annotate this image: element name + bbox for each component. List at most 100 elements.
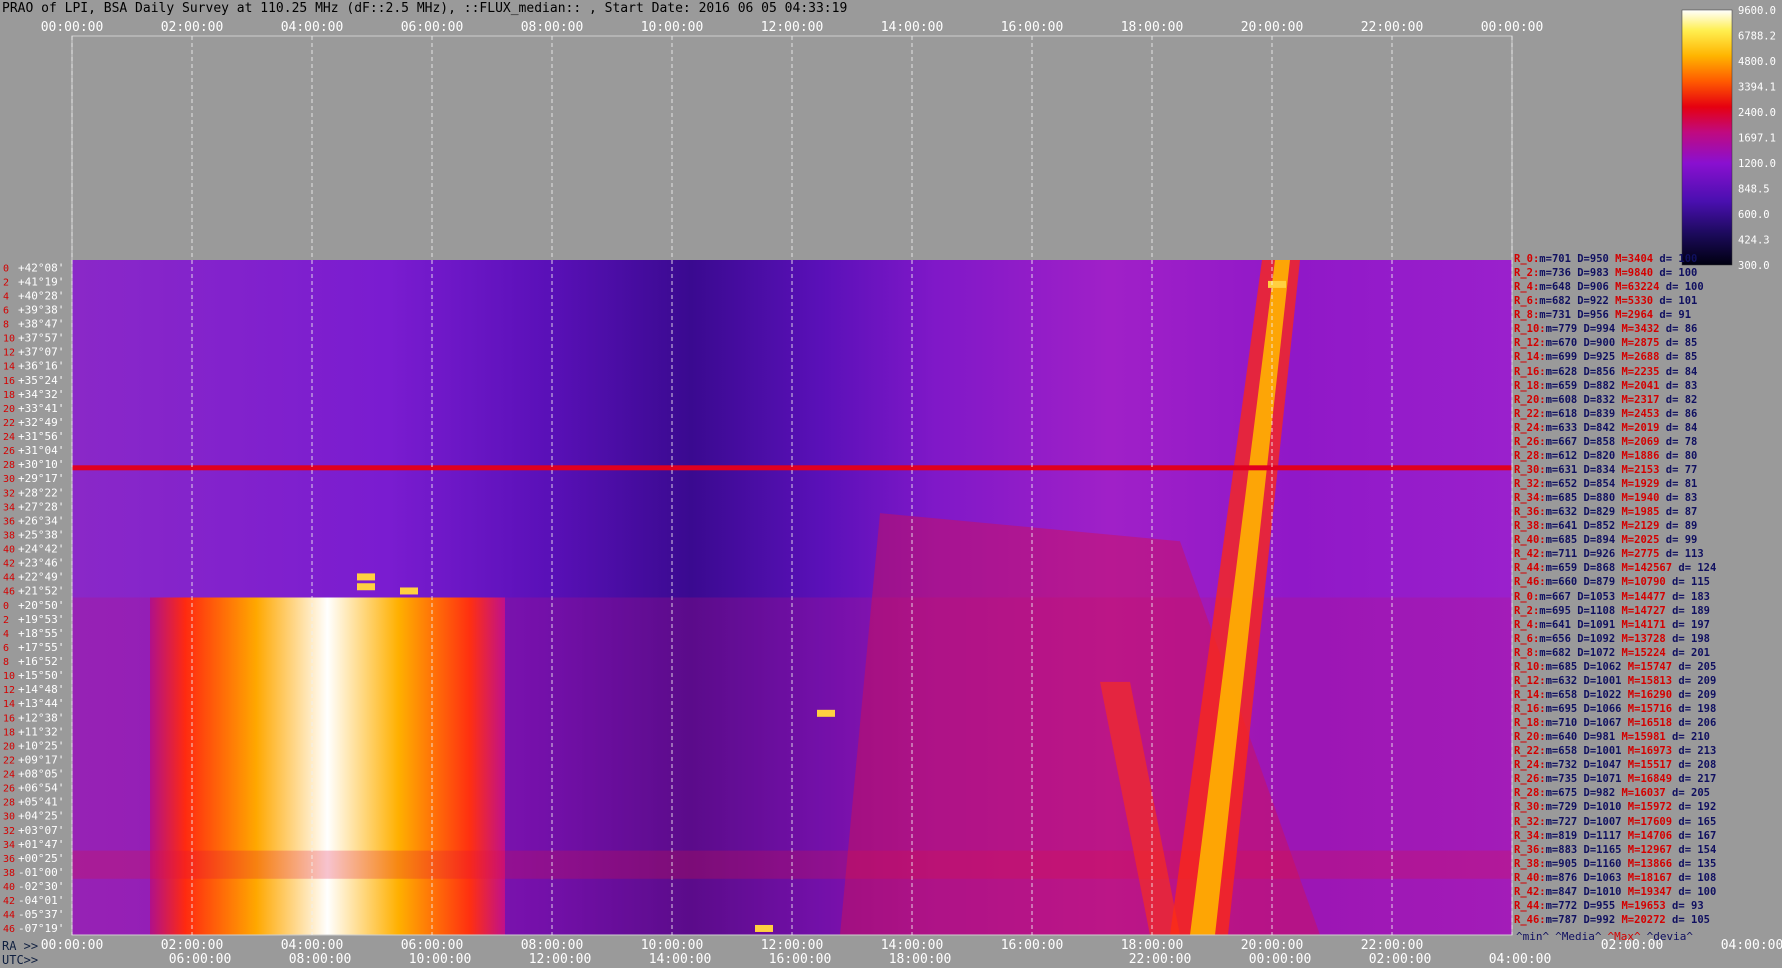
row-index-label: 22 [3, 418, 15, 429]
utc-axis-prefix: UTC>> [2, 953, 39, 967]
top-axis-tick-label: 12:00:00 [761, 20, 824, 35]
row-stat: R_28:m=612 D=820 M=1886 d= 80 [1514, 450, 1697, 463]
row-stat-deviation: d= 113 [1659, 548, 1704, 561]
row-stat-median: D=906 [1570, 281, 1609, 294]
stats-column-legend: ^min^ ^Media^ ^Max^ ^devia^ [1516, 930, 1699, 943]
stats-column-label: ^devia^ [1646, 930, 1693, 943]
declination-label: +03°07' [18, 824, 64, 837]
row-stat-min: m=685 [1545, 534, 1578, 547]
row-index-label: 2 [3, 615, 9, 626]
row-stat: R_12:m=670 D=900 M=2875 d= 85 [1514, 337, 1697, 350]
colorbar [1681, 9, 1733, 266]
top-axis-tick-label: 20:00:00 [1241, 20, 1304, 35]
declination-label: +42°08' [18, 261, 64, 274]
row-index-label: 18 [3, 390, 15, 401]
row-stat-median: D=955 [1577, 899, 1616, 912]
row-index-label: 30 [3, 474, 15, 485]
row-stat-max: M=3432 [1615, 323, 1660, 336]
row-stat-min: m=711 [1545, 548, 1578, 561]
row-stat-min: m=608 [1545, 393, 1578, 406]
row-stat-median: D=926 [1577, 548, 1616, 561]
row-stat-median: D=842 [1577, 421, 1616, 434]
row-stat-min: m=658 [1545, 688, 1578, 701]
row-stat-label: R_40: [1514, 871, 1546, 884]
top-axis-tick-label: 00:00:00 [41, 20, 104, 35]
row-stat-max: M=15813 [1621, 674, 1673, 687]
ra-axis-tick-label: 08:00:00 [521, 938, 584, 953]
row-stat-max: M=142567 [1615, 562, 1673, 575]
row-stat-min: m=779 [1545, 323, 1578, 336]
row-index-label: 28 [3, 798, 15, 809]
row-stat-max: M=16518 [1621, 717, 1673, 730]
utc-axis-tick-label: 16:00:00 [769, 952, 832, 967]
top-axis-tick-label: 22:00:00 [1361, 20, 1424, 35]
row-stat-deviation: d= 85 [1659, 337, 1698, 350]
row-stat: R_4:m=641 D=1091 M=14171 d= 197 [1514, 619, 1710, 632]
row-stat-min: m=735 [1545, 773, 1578, 786]
row-stat-label: R_46: [1514, 576, 1546, 589]
row-stat-min: m=819 [1545, 829, 1578, 842]
row-stat-label: R_44: [1514, 899, 1546, 912]
row-stat-median: D=1165 [1577, 843, 1622, 856]
row-stat-max: M=63224 [1608, 281, 1660, 294]
row-stat-max: M=2153 [1615, 463, 1660, 476]
row-index-label: 8 [3, 320, 9, 331]
row-stat-median: D=1071 [1577, 773, 1622, 786]
top-axis-tick-label: 10:00:00 [641, 20, 704, 35]
declination-label: -07°19' [18, 922, 64, 935]
row-stat-median: D=1066 [1577, 703, 1622, 715]
row-stat-deviation: d= 115 [1665, 576, 1710, 589]
row-index-label: 14 [3, 362, 15, 373]
declination-label: +35°24' [18, 374, 64, 387]
ra-axis-tick-label: 14:00:00 [881, 938, 944, 953]
row-stat-deviation: d= 197 [1665, 618, 1711, 631]
declination-label: +08°05' [18, 768, 64, 781]
row-stat-max: M=20272 [1615, 913, 1666, 926]
row-stat-min: m=618 [1545, 407, 1578, 420]
row-stat-max: M=18167 [1621, 871, 1673, 884]
row-stat: R_22:m=658 D=1001 M=16973 d= 213 [1514, 745, 1716, 758]
row-stat-min: m=727 [1545, 815, 1578, 828]
row-stat-label: R_6: [1514, 295, 1540, 308]
row-stat-label: R_2: [1514, 604, 1540, 617]
row-index-label: 10 [3, 671, 15, 682]
declination-label: +23°46' [18, 557, 64, 570]
point-source [400, 587, 418, 595]
declination-label: +31°56' [18, 430, 64, 443]
row-stat: R_8:m=731 D=956 M=2964 d= 91 [1514, 309, 1691, 322]
row-stat-deviation: d= 205 [1672, 660, 1717, 673]
row-stat-median: D=1091 [1570, 618, 1616, 631]
colorbar-tick-label: 4800.0 [1738, 56, 1776, 68]
row-index-label: 2 [3, 277, 9, 288]
row-index-label: 32 [3, 488, 15, 499]
row-stat-label: R_44: [1514, 562, 1546, 575]
row-stat: R_8:m=682 D=1072 M=15224 d= 201 [1514, 647, 1710, 660]
ra-axis-tick-label: 10:00:00 [641, 938, 704, 953]
row-stat-deviation: d= 82 [1659, 393, 1698, 406]
row-stat: R_14:m=658 D=1022 M=16290 d= 209 [1514, 689, 1716, 702]
row-stat-min: m=648 [1539, 281, 1571, 294]
row-stat-label: R_2: [1514, 267, 1540, 280]
row-stat-median: D=1062 [1577, 660, 1622, 673]
row-stat-deviation: d= 206 [1672, 717, 1717, 730]
row-index-label: 36 [3, 516, 15, 527]
row-stat: R_16:m=628 D=856 M=2235 d= 84 [1514, 366, 1697, 379]
row-stat-label: R_14: [1514, 688, 1546, 701]
declination-label: +32°49' [18, 416, 64, 429]
row-index-label: 10 [3, 334, 15, 345]
row-stat-deviation: d= 100 [1653, 267, 1698, 280]
row-stat-label: R_10: [1514, 660, 1546, 673]
row-index-label: 16 [3, 713, 15, 724]
top-axis-tick-label: 14:00:00 [881, 20, 944, 35]
declination-label: +40°28' [18, 289, 64, 302]
row-stat-max: M=19653 [1615, 899, 1666, 912]
row-index-label: 30 [3, 812, 15, 823]
row-stat-label: R_42: [1514, 885, 1546, 898]
row-stat-median: D=882 [1577, 379, 1616, 392]
row-stat-min: m=628 [1545, 365, 1578, 378]
row-stat-deviation: d= 205 [1665, 787, 1710, 800]
declination-label: +26°34' [18, 514, 64, 527]
row-stat-median: D=834 [1577, 463, 1616, 476]
row-stat: R_42:m=711 D=926 M=2775 d= 113 [1514, 548, 1704, 561]
utc-axis-tick-label: 00:00:00 [1249, 952, 1312, 967]
